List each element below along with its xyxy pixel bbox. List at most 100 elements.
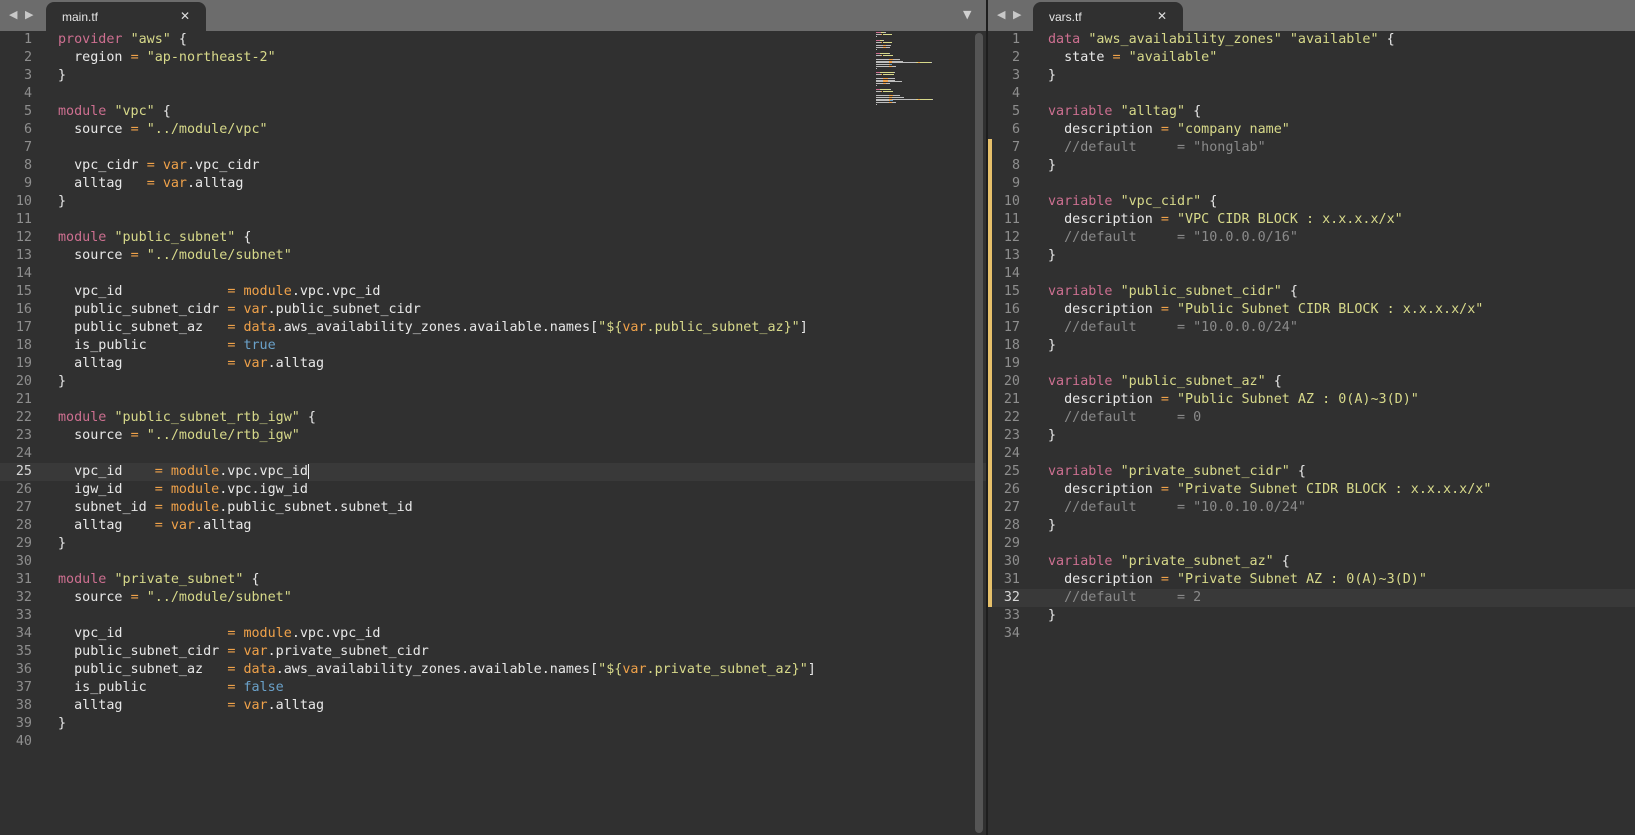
code-text: source = "../module/subnet" (58, 247, 292, 265)
code-line[interactable]: 4 (988, 85, 1635, 103)
code-line[interactable]: 11 (0, 211, 986, 229)
code-line[interactable]: 18} (988, 337, 1635, 355)
code-line[interactable]: 8} (988, 157, 1635, 175)
tab-nav-arrows-left[interactable]: ◀ ▶ (9, 8, 35, 21)
code-line[interactable]: 14 (0, 265, 986, 283)
code-line[interactable]: 21 (0, 391, 986, 409)
code-line[interactable]: 33} (988, 607, 1635, 625)
tab-vars-tf[interactable]: vars.tf ✕ (1033, 2, 1183, 31)
code-line[interactable]: 10 variable "vpc_cidr" { (988, 193, 1635, 211)
line-number: 10 (15, 194, 32, 209)
tab-main-tf[interactable]: main.tf ✕ (46, 2, 206, 31)
code-line[interactable]: 11 description = "VPC CIDR BLOCK : x.x.x… (988, 211, 1635, 229)
code-line[interactable]: 7 (0, 139, 986, 157)
minimap-stroke (883, 39, 885, 41)
code-line[interactable]: 25 vpc_id = module.vpc.vpc_id (0, 463, 986, 481)
code-text: description = "Public Subnet AZ : 0(A)~3… (1048, 391, 1419, 409)
code-text: } (58, 535, 66, 553)
code-line[interactable]: 23} (988, 427, 1635, 445)
tab-nav-arrows-right[interactable]: ◀ ▶ (997, 8, 1023, 21)
code-line[interactable]: 40 (0, 733, 986, 751)
code-token: public_subnet_az (58, 320, 228, 335)
code-line[interactable]: 1 data "aws_availability_zones" "availabl… (988, 31, 1635, 49)
code-line[interactable]: 20} (0, 373, 986, 391)
code-line[interactable]: 33 (0, 607, 986, 625)
close-icon[interactable]: ✕ (180, 9, 190, 23)
tab-overflow-icon[interactable]: ▼ (963, 8, 971, 21)
code-line[interactable]: 24 (0, 445, 986, 463)
code-line[interactable]: 26 description = "Private Subnet CIDR BL… (988, 481, 1635, 499)
code-line[interactable]: 2 region = "ap-northeast-2" (0, 49, 986, 67)
minimap[interactable] (876, 32, 962, 108)
code-line[interactable]: 16 description = "Public Subnet CIDR BLO… (988, 301, 1635, 319)
vertical-scrollbar[interactable] (975, 33, 983, 833)
code-line[interactable]: 14 (988, 265, 1635, 283)
code-line[interactable]: 27 //default = "10.0.10.0/24" (988, 499, 1635, 517)
code-line[interactable]: 4 (0, 85, 986, 103)
code-line[interactable]: 12 //default = "10.0.0.0/16" (988, 229, 1635, 247)
code-line[interactable]: 28 alltag = var.alltag (0, 517, 986, 535)
code-text: data "aws_availability_zones" "available… (1048, 31, 1395, 49)
code-line[interactable]: 26 igw_id = module.vpc.igw_id (0, 481, 986, 499)
code-line[interactable]: 38 alltag = var.alltag (0, 697, 986, 715)
code-line[interactable]: 34 vpc_id = module.vpc.vpc_id (0, 625, 986, 643)
code-line[interactable]: 9 (988, 175, 1635, 193)
code-line[interactable]: 2 state = "available" (988, 49, 1635, 67)
code-line[interactable]: 17 //default = "10.0.0.0/24" (988, 319, 1635, 337)
code-line[interactable]: 10} (0, 193, 986, 211)
code-line[interactable]: 5 variable "alltag" { (988, 103, 1635, 121)
close-icon[interactable]: ✕ (1157, 9, 1167, 23)
editor-pane-left[interactable]: ◀ ▶ main.tf ✕ ▼ 1 provider "aws" {2 regio… (0, 0, 986, 835)
code-token: .aws_availability_zones.available.names[ (275, 662, 599, 677)
code-line[interactable]: 22 module "public_subnet_rtb_igw" { (0, 409, 986, 427)
code-line[interactable]: 7 //default = "honglab" (988, 139, 1635, 157)
code-line[interactable]: 25 variable "private_subnet_cidr" { (988, 463, 1635, 481)
code-line[interactable]: 32 source = "../module/subnet" (0, 589, 986, 607)
code-line[interactable]: 1 provider "aws" { (0, 31, 986, 49)
code-line[interactable]: 16 public_subnet_cidr = var.public_subne… (0, 301, 986, 319)
code-line[interactable]: 34 (988, 625, 1635, 643)
code-line[interactable]: 20 variable "public_subnet_az" { (988, 373, 1635, 391)
code-line[interactable]: 31 description = "Private Subnet AZ : 0(… (988, 571, 1635, 589)
code-line[interactable]: 8 vpc_cidr = var.vpc_cidr (0, 157, 986, 175)
code-line[interactable]: 30 (0, 553, 986, 571)
code-line[interactable]: 19 alltag = var.alltag (0, 355, 986, 373)
code-line[interactable]: 31 module "private_subnet" { (0, 571, 986, 589)
code-line[interactable]: 29 (988, 535, 1635, 553)
code-line[interactable]: 15 variable "public_subnet_cidr" { (988, 283, 1635, 301)
code-token: "private_subnet_az" (1120, 554, 1274, 569)
code-line[interactable]: 39} (0, 715, 986, 733)
code-text: //default = 2 (1048, 589, 1201, 607)
code-line[interactable]: 5 module "vpc" { (0, 103, 986, 121)
code-line[interactable]: 3} (0, 67, 986, 85)
code-token: source (58, 122, 131, 137)
code-line[interactable]: 12 module "public_subnet" { (0, 229, 986, 247)
code-line[interactable]: 35 public_subnet_cidr = var.private_subn… (0, 643, 986, 661)
code-line[interactable]: 6 source = "../module/vpc" (0, 121, 986, 139)
code-line[interactable]: 37 is_public = false (0, 679, 986, 697)
code-line[interactable]: 17 public_subnet_az = data.aws_availabil… (0, 319, 986, 337)
code-line[interactable]: 13 source = "../module/subnet" (0, 247, 986, 265)
code-token: vpc_id (58, 626, 228, 641)
code-area-left[interactable]: 1 provider "aws" {2 region = "ap-northeas… (0, 31, 986, 835)
code-line[interactable]: 3} (988, 67, 1635, 85)
code-area-right[interactable]: 1 data "aws_availability_zones" "availabl… (988, 31, 1635, 835)
code-line[interactable]: 30 variable "private_subnet_az" { (988, 553, 1635, 571)
code-line[interactable]: 27 subnet_id = module.public_subnet.subn… (0, 499, 986, 517)
code-line[interactable]: 18 is_public = true (0, 337, 986, 355)
code-line[interactable]: 15 vpc_id = module.vpc.vpc_id (0, 283, 986, 301)
code-line[interactable]: 28} (988, 517, 1635, 535)
code-line[interactable]: 9 alltag = var.alltag (0, 175, 986, 193)
code-line[interactable]: 36 public_subnet_az = data.aws_availabil… (0, 661, 986, 679)
code-line[interactable]: 23 source = "../module/rtb_igw" (0, 427, 986, 445)
code-line[interactable]: 22 //default = 0 (988, 409, 1635, 427)
code-line[interactable]: 24 (988, 445, 1635, 463)
code-line[interactable]: 6 description = "company name" (988, 121, 1635, 139)
code-line[interactable]: 21 description = "Public Subnet AZ : 0(A… (988, 391, 1635, 409)
code-line[interactable]: 29} (0, 535, 986, 553)
code-line[interactable]: 13} (988, 247, 1635, 265)
editor-pane-right[interactable]: ◀ ▶ vars.tf ✕ 1 data "aws_availability_zo… (988, 0, 1635, 835)
code-line[interactable]: 32 //default = 2 (988, 589, 1635, 607)
code-line[interactable]: 19 (988, 355, 1635, 373)
